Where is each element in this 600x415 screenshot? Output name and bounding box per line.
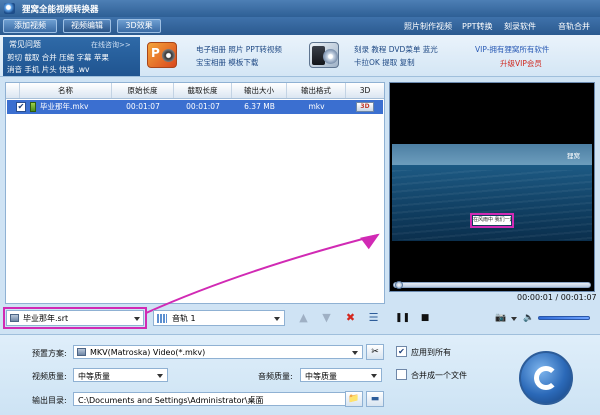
preset-label: 预置方案: — [32, 349, 67, 358]
volume-slider[interactable] — [538, 316, 590, 320]
audio-quality-select[interactable]: 中等质量 — [300, 368, 382, 382]
open-folder-icon[interactable]: ▬ — [366, 391, 384, 407]
audio-quality-value: 中等质量 — [305, 372, 337, 381]
time-readout: 00:00:01 / 00:01:07 — [517, 293, 597, 302]
pause-icon[interactable]: ❚❚ — [395, 312, 410, 324]
chevron-down-icon[interactable] — [371, 374, 377, 378]
preset-select[interactable]: MKV(Matroska) Video(*.mkv) — [73, 345, 363, 359]
audio-quality-label: 音频质量: — [258, 372, 293, 381]
convert-button[interactable] — [519, 351, 573, 405]
video-quality-select[interactable]: 中等质量 — [73, 368, 168, 382]
browse-folder-icon[interactable]: 📁 — [345, 391, 363, 407]
preset-settings-button[interactable]: ✂ — [366, 344, 384, 360]
output-dir-field[interactable]: C:\Documents and Settings\Administrator\… — [73, 392, 363, 406]
audio-track-value: 音轨 1 — [172, 314, 196, 323]
seek-bar[interactable] — [393, 281, 591, 289]
seek-knob[interactable] — [394, 281, 403, 289]
preset-value: MKV(Matroska) Video(*.mkv) — [90, 348, 206, 357]
subtitle-select[interactable]: 毕业那年.srt — [6, 310, 144, 326]
audio-track-select[interactable]: 音轨 1 — [153, 310, 285, 326]
audio-track-icon — [157, 314, 167, 323]
apply-all-label: 应用到所有 — [411, 348, 451, 357]
chevron-down-icon[interactable] — [352, 351, 358, 355]
video-quality-label: 视频质量: — [32, 372, 67, 381]
list-view-icon[interactable]: ☰ — [367, 311, 380, 324]
apply-all-checkbox[interactable]: ✔ — [396, 346, 407, 357]
move-down-icon[interactable]: ▼ — [320, 311, 333, 324]
volume-icon[interactable]: 🔈 — [522, 312, 536, 324]
convert-icon — [534, 366, 558, 390]
camera-icon[interactable]: 📷 — [492, 312, 510, 324]
preview-watermark: 狸窝 — [567, 152, 580, 160]
output-dir-label: 输出目录: — [32, 396, 67, 405]
preview-sky — [392, 144, 592, 165]
merge-label: 合并成一个文件 — [411, 371, 467, 380]
move-up-icon[interactable]: ▲ — [297, 311, 310, 324]
video-quality-value: 中等质量 — [78, 372, 110, 381]
subtitle-file-icon — [10, 314, 19, 322]
chevron-down-icon[interactable] — [511, 317, 517, 321]
output-dir-value: C:\Documents and Settings\Administrator\… — [78, 396, 264, 405]
merge-checkbox[interactable] — [396, 369, 407, 380]
preview-subtitle-highlight — [470, 213, 514, 228]
chevron-down-icon[interactable] — [157, 374, 163, 378]
preview-waves — [392, 170, 592, 240]
subtitle-select-value: 毕业那年.srt — [23, 314, 69, 323]
delete-icon[interactable]: ✖ — [344, 311, 357, 324]
video-format-icon — [77, 348, 86, 356]
chevron-down-icon[interactable] — [274, 317, 280, 321]
chevron-down-icon[interactable] — [134, 317, 140, 321]
stop-icon[interactable]: ■ — [418, 312, 432, 324]
